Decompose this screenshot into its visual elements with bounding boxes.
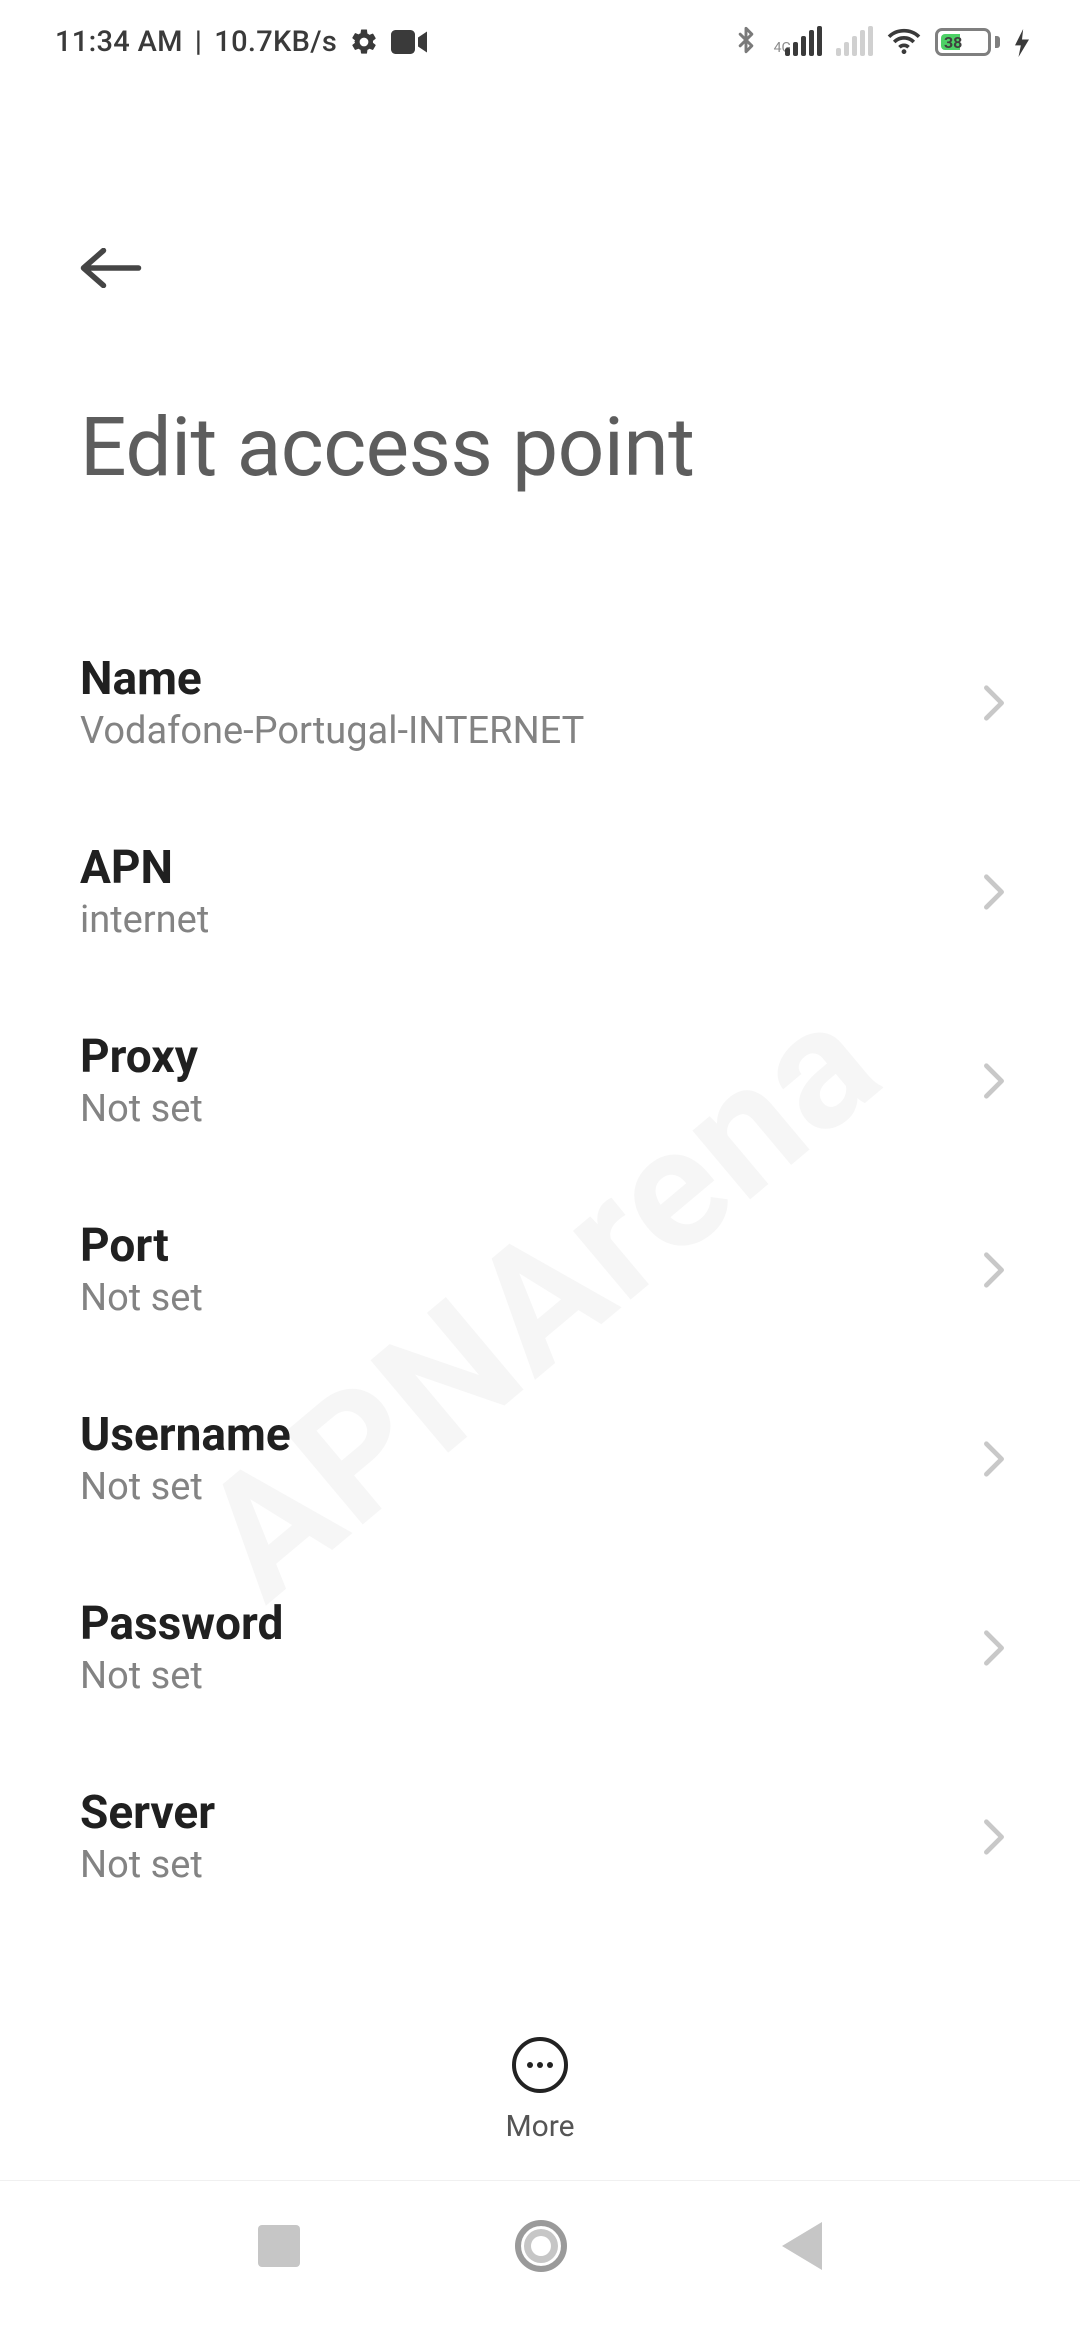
- field-value: Vodafone-Portugal-INTERNET: [80, 709, 584, 753]
- status-bar: 11:34 AM | 10.7KB/s 4G: [0, 0, 1080, 84]
- camera-icon: [391, 30, 427, 54]
- more-button[interactable]: More: [505, 2037, 574, 2144]
- field-value: Not set: [80, 1276, 203, 1320]
- chevron-right-icon: [978, 684, 1010, 722]
- nav-recents-button[interactable]: [258, 2225, 300, 2267]
- field-server[interactable]: Server Not set: [0, 1742, 1080, 1931]
- status-net-speed: 10.7KB/s: [214, 25, 337, 59]
- signal-sim1-icon: [785, 28, 822, 56]
- field-password[interactable]: Password Not set: [0, 1553, 1080, 1742]
- field-apn[interactable]: APN internet: [0, 797, 1080, 986]
- wifi-icon: [887, 27, 921, 57]
- system-navigation-bar: [0, 2180, 1080, 2340]
- chevron-right-icon: [978, 1629, 1010, 1667]
- nav-home-button[interactable]: [515, 2220, 567, 2272]
- battery-icon: 38: [935, 28, 1000, 56]
- field-proxy[interactable]: Proxy Not set: [0, 986, 1080, 1175]
- chevron-right-icon: [978, 1818, 1010, 1856]
- field-port[interactable]: Port Not set: [0, 1175, 1080, 1364]
- status-time: 11:34 AM: [55, 25, 183, 59]
- bottom-action-bar: More: [0, 2010, 1080, 2170]
- field-name[interactable]: Name Vodafone-Portugal-INTERNET: [0, 608, 1080, 797]
- signal-sim2-icon: [836, 28, 873, 56]
- status-left: 11:34 AM | 10.7KB/s: [55, 25, 427, 59]
- nav-back-button[interactable]: [782, 2222, 822, 2270]
- chevron-right-icon: [978, 1440, 1010, 1478]
- field-label: Proxy: [80, 1030, 203, 1084]
- chevron-right-icon: [978, 873, 1010, 911]
- field-mmsc[interactable]: MMSC Not set: [0, 1931, 1080, 1970]
- gear-icon: [349, 27, 379, 57]
- chevron-right-icon: [978, 1251, 1010, 1289]
- field-value: Not set: [80, 1087, 203, 1131]
- field-label: Password: [80, 1597, 283, 1651]
- field-value: Not set: [80, 1654, 283, 1698]
- more-label: More: [505, 2109, 574, 2144]
- field-value: internet: [80, 898, 209, 942]
- apn-fields-list[interactable]: Name Vodafone-Portugal-INTERNET APN inte…: [0, 608, 1080, 1970]
- charging-icon: [1014, 29, 1030, 55]
- back-button[interactable]: [74, 248, 148, 292]
- field-username[interactable]: Username Not set: [0, 1364, 1080, 1553]
- field-label: Server: [80, 1786, 215, 1840]
- status-right: 4G 38: [732, 24, 1030, 60]
- field-value: Not set: [80, 1465, 291, 1509]
- field-label: Username: [80, 1408, 291, 1462]
- page-title: Edit access point: [80, 400, 694, 496]
- more-icon: [512, 2037, 568, 2093]
- field-label: Name: [80, 652, 584, 706]
- chevron-right-icon: [978, 1062, 1010, 1100]
- field-label: Port: [80, 1219, 203, 1273]
- status-separator: |: [195, 25, 203, 59]
- bluetooth-icon: [732, 24, 760, 60]
- arrow-left-icon: [74, 248, 148, 288]
- field-value: Not set: [80, 1843, 215, 1887]
- field-label: APN: [80, 841, 209, 895]
